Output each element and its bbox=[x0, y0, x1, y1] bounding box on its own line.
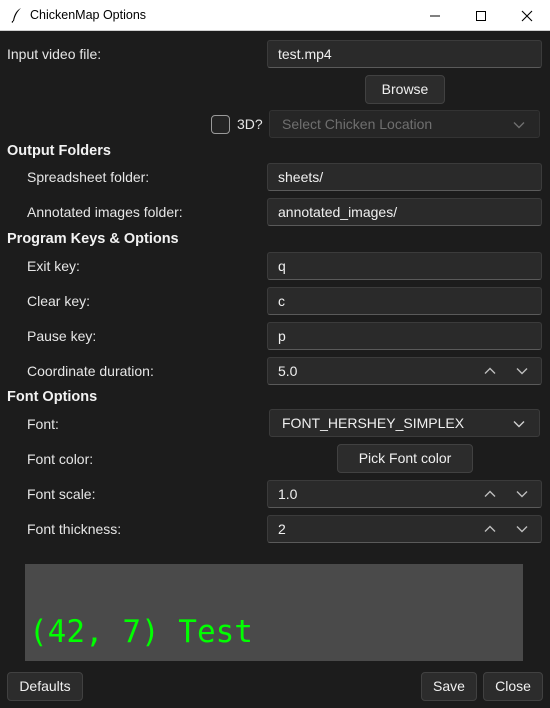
font-scale-value: 1.0 bbox=[278, 486, 298, 502]
browse-button[interactable]: Browse bbox=[365, 75, 445, 104]
3d-checkbox[interactable] bbox=[211, 115, 230, 134]
close-window-button[interactable] bbox=[504, 0, 550, 31]
close-icon bbox=[521, 10, 533, 22]
clear-key-label: Clear key: bbox=[27, 293, 91, 309]
window-title: ChickenMap Options bbox=[30, 8, 147, 22]
close-button[interactable]: Close bbox=[483, 672, 543, 701]
maximize-icon bbox=[476, 11, 486, 21]
clear-key-field[interactable]: c bbox=[267, 287, 542, 315]
save-button[interactable]: Save bbox=[421, 672, 477, 701]
chevron-down-icon bbox=[513, 421, 525, 428]
annotated-folder-field[interactable]: annotated_images/ bbox=[267, 198, 542, 226]
chevron-up-icon[interactable] bbox=[484, 525, 496, 533]
feather-icon bbox=[11, 8, 21, 23]
exit-key-field[interactable]: q bbox=[267, 252, 542, 280]
output-folders-heading: Output Folders bbox=[7, 143, 111, 159]
font-thickness-value: 2 bbox=[278, 521, 286, 537]
coordinate-duration-label: Coordinate duration: bbox=[27, 363, 154, 379]
font-select-value: FONT_HERSHEY_SIMPLEX bbox=[282, 415, 465, 431]
font-color-label: Font color: bbox=[27, 451, 94, 467]
minimize-icon bbox=[430, 15, 440, 17]
chevron-up-icon[interactable] bbox=[484, 367, 496, 375]
font-preview-text: (42, 7) Test bbox=[29, 614, 253, 650]
font-select[interactable]: FONT_HERSHEY_SIMPLEX bbox=[269, 409, 540, 437]
font-scale-label: Font scale: bbox=[27, 486, 96, 502]
pause-key-field[interactable]: p bbox=[267, 322, 542, 350]
font-preview-panel: (42, 7) Test bbox=[25, 564, 523, 661]
chicken-location-select[interactable]: Select Chicken Location bbox=[269, 110, 540, 138]
pause-key-label: Pause key: bbox=[27, 328, 97, 344]
font-thickness-spinbox[interactable]: 2 bbox=[267, 515, 542, 543]
title-bar: ChickenMap Options bbox=[0, 0, 550, 31]
chevron-down-icon bbox=[513, 122, 525, 129]
defaults-button[interactable]: Defaults bbox=[7, 672, 83, 701]
spreadsheet-folder-label: Spreadsheet folder: bbox=[27, 169, 150, 185]
chicken-location-placeholder: Select Chicken Location bbox=[282, 116, 433, 132]
spreadsheet-folder-field[interactable]: sheets/ bbox=[267, 163, 542, 191]
chevron-up-icon[interactable] bbox=[484, 490, 496, 498]
font-thickness-label: Font thickness: bbox=[27, 521, 122, 537]
exit-key-label: Exit key: bbox=[27, 258, 80, 274]
minimize-button[interactable] bbox=[412, 0, 458, 31]
font-scale-spinbox[interactable]: 1.0 bbox=[267, 480, 542, 508]
input-video-label: Input video file: bbox=[7, 46, 102, 62]
chevron-down-icon[interactable] bbox=[516, 490, 528, 498]
3d-checkbox-label: 3D? bbox=[237, 116, 263, 132]
font-options-heading: Font Options bbox=[7, 389, 98, 405]
maximize-button[interactable] bbox=[458, 0, 504, 31]
program-keys-heading: Program Keys & Options bbox=[7, 231, 179, 247]
coordinate-duration-spinbox[interactable]: 5.0 bbox=[267, 357, 542, 385]
chevron-down-icon[interactable] bbox=[516, 525, 528, 533]
font-label: Font: bbox=[27, 416, 59, 432]
annotated-folder-label: Annotated images folder: bbox=[27, 204, 183, 220]
chevron-down-icon[interactable] bbox=[516, 367, 528, 375]
pick-font-color-button[interactable]: Pick Font color bbox=[337, 444, 473, 473]
coordinate-duration-value: 5.0 bbox=[278, 363, 298, 379]
input-video-field[interactable]: test.mp4 bbox=[267, 40, 542, 68]
